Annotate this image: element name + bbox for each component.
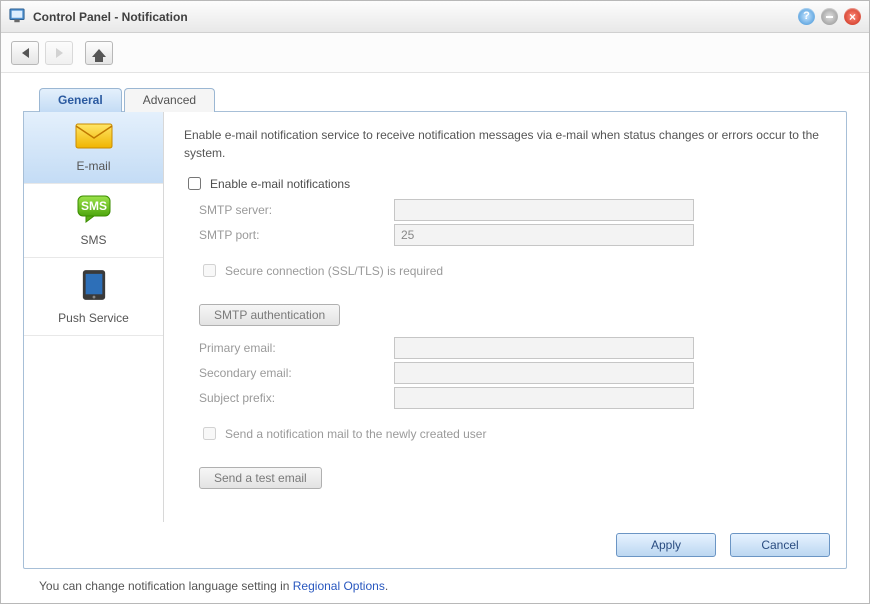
close-glyph: × (849, 11, 856, 23)
ssl-row: Secure connection (SSL/TLS) is required (184, 261, 826, 280)
home-button[interactable] (85, 41, 113, 65)
newuser-label: Send a notification mail to the newly cr… (225, 427, 486, 441)
enable-email-label: Enable e-mail notifications (210, 177, 350, 191)
smtp-server-row: SMTP server: (184, 199, 826, 221)
smtp-port-row: SMTP port: (184, 224, 826, 246)
sidebar-item-label: Push Service (28, 311, 159, 325)
enable-email-row: Enable e-mail notifications (184, 174, 826, 193)
sidebar-item-sms[interactable]: SMS SMS (24, 184, 163, 258)
secondary-email-input[interactable] (394, 362, 694, 384)
sidebar: E-mail SMS SMS Push Service (24, 112, 164, 522)
button-bar: Apply Cancel (24, 522, 846, 568)
description-text: Enable e-mail notification service to re… (184, 126, 826, 162)
help-icon[interactable]: ? (798, 8, 815, 25)
tab-advanced[interactable]: Advanced (124, 88, 215, 112)
smtp-auth-row: SMTP authentication (184, 304, 826, 326)
newuser-checkbox (203, 427, 216, 440)
newuser-row: Send a notification mail to the newly cr… (184, 424, 826, 443)
back-button[interactable] (11, 41, 39, 65)
smtp-server-label: SMTP server: (184, 203, 394, 217)
email-icon (28, 122, 159, 153)
primary-email-row: Primary email: (184, 337, 826, 359)
body: General Advanced E-mail SMS (1, 73, 869, 603)
apply-button[interactable]: Apply (616, 533, 716, 557)
push-icon (28, 268, 159, 305)
minimize-glyph (826, 16, 833, 18)
minimize-icon[interactable] (821, 8, 838, 25)
sidebar-item-label: E-mail (28, 159, 159, 173)
arrow-left-icon (22, 48, 29, 58)
secondary-email-label: Secondary email: (184, 366, 394, 380)
panel: E-mail SMS SMS Push Service (23, 111, 847, 569)
smtp-port-label: SMTP port: (184, 228, 394, 242)
subject-prefix-label: Subject prefix: (184, 391, 394, 405)
sidebar-item-push[interactable]: Push Service (24, 258, 163, 336)
sms-icon: SMS (28, 194, 159, 227)
subject-prefix-input[interactable] (394, 387, 694, 409)
home-icon (92, 49, 106, 57)
regional-options-link[interactable]: Regional Options (293, 579, 385, 593)
sidebar-item-label: SMS (28, 233, 159, 247)
nav-toolbar (1, 33, 869, 73)
cancel-button[interactable]: Cancel (730, 533, 830, 557)
ssl-label: Secure connection (SSL/TLS) is required (225, 264, 443, 278)
forward-button (45, 41, 73, 65)
help-glyph: ? (803, 11, 810, 22)
smtp-auth-button: SMTP authentication (199, 304, 340, 326)
content: Enable e-mail notification service to re… (164, 112, 846, 522)
smtp-port-input[interactable] (394, 224, 694, 246)
footer-suffix: . (385, 579, 388, 593)
send-test-button: Send a test email (199, 467, 322, 489)
control-panel-icon (9, 8, 27, 26)
primary-email-label: Primary email: (184, 341, 394, 355)
svg-text:SMS: SMS (80, 199, 106, 213)
sidebar-item-email[interactable]: E-mail (24, 112, 163, 184)
footer: You can change notification language set… (23, 569, 847, 593)
title-bar: Control Panel - Notification ? × (1, 1, 869, 33)
tabstrip: General Advanced (23, 87, 847, 111)
window-title: Control Panel - Notification (33, 10, 792, 24)
panel-top: E-mail SMS SMS Push Service (24, 112, 846, 522)
enable-email-checkbox[interactable] (188, 177, 201, 190)
close-icon[interactable]: × (844, 8, 861, 25)
tab-general[interactable]: General (39, 88, 122, 112)
ssl-checkbox (203, 264, 216, 277)
primary-email-input[interactable] (394, 337, 694, 359)
smtp-server-input[interactable] (394, 199, 694, 221)
footer-text: You can change notification language set… (39, 579, 293, 593)
subject-prefix-row: Subject prefix: (184, 387, 826, 409)
secondary-email-row: Secondary email: (184, 362, 826, 384)
arrow-right-icon (56, 48, 63, 58)
window: Control Panel - Notification ? × General… (0, 0, 870, 604)
send-test-row: Send a test email (184, 467, 826, 489)
